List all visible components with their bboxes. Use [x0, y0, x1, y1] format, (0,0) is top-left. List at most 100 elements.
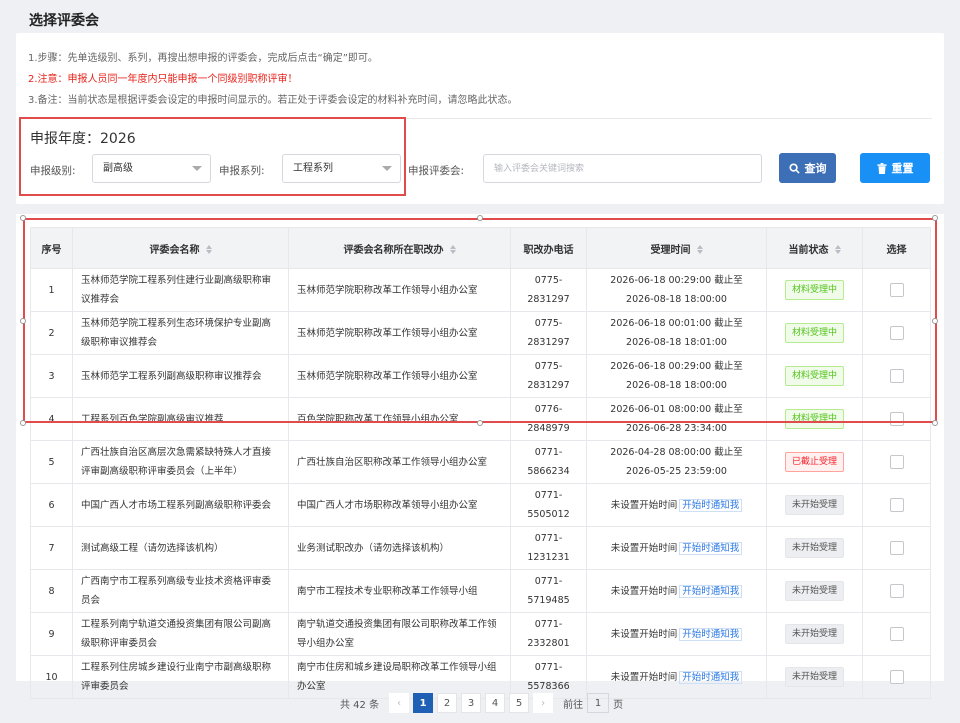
cell-select	[862, 612, 931, 656]
notify-me-link[interactable]: 开始时通知我	[679, 498, 743, 512]
reset-button[interactable]: 重置	[860, 153, 930, 183]
time-text: 2026-06-18 00:29:00 截止至 2026-08-18 18:00…	[610, 361, 743, 391]
resize-handle[interactable]	[932, 318, 938, 324]
cell-no: 3	[30, 354, 73, 398]
select-checkbox[interactable]	[889, 584, 904, 598]
status-badge: 已截止受理	[784, 452, 844, 472]
cell-phone: 0775-2831297	[510, 268, 587, 312]
cell-phone: 0775-2831297	[510, 354, 587, 398]
search-icon	[788, 162, 800, 174]
page-button[interactable]: 5	[509, 693, 530, 713]
cell-time: 2026-06-18 00:29:00 截止至 2026-08-18 18:00…	[586, 268, 767, 312]
time-text: 未设置开始时间	[610, 628, 678, 640]
reset-button-label: 重置	[891, 162, 914, 175]
select-checkbox[interactable]	[889, 670, 904, 684]
sort-icon[interactable]	[449, 245, 456, 254]
table-row[interactable]: 5 广西壮族自治区高层次急需紧缺特殊人才直接评审副高级职称评审委员会（上半年） 广西…	[30, 440, 931, 484]
series-select[interactable]: 工程系列	[282, 154, 401, 183]
col-header-phone: 职改办电话	[510, 227, 587, 269]
notify-me-link[interactable]: 开始时通知我	[679, 584, 743, 598]
page-title: 选择评委会	[29, 13, 99, 29]
cell-status: 材料受理中	[766, 268, 863, 312]
page-button[interactable]: 4	[485, 693, 506, 713]
cell-time: 未设置开始时间 开始时通知我	[586, 569, 767, 613]
resize-handle[interactable]	[20, 420, 26, 426]
cell-office: 南宁轨道交通投资集团有限公司职称改革工作领导小组办公室	[288, 612, 511, 656]
chevron-down-icon	[382, 166, 392, 171]
col-header-status[interactable]: 当前状态	[766, 227, 863, 269]
status-badge: 未开始受理	[784, 624, 844, 644]
cell-select	[862, 268, 931, 312]
status-badge: 材料受理中	[784, 280, 844, 300]
cell-status: 未开始受理	[766, 483, 863, 527]
table-header-row: 序号 评委会名称 评委会名称所在职改办 职改办电话 受理时间 当前状态 选择	[30, 227, 931, 269]
time-text: 2026-06-01 08:00:00 截止至 2026-06-28 23:34…	[610, 404, 743, 434]
cell-office: 百色学院职称改革工作领导小组办公室	[288, 397, 511, 441]
instruction-step1: 1.步骤：先单选级别、系列，再搜出想申报的评委会，完成后点击“确定”即可。	[28, 53, 378, 64]
cell-office: 玉林师范学院职称改革工作领导小组办公室	[288, 268, 511, 312]
select-checkbox[interactable]	[889, 455, 904, 469]
series-label: 申报系列:	[219, 165, 265, 177]
resize-handle[interactable]	[477, 420, 483, 426]
select-checkbox[interactable]	[889, 369, 904, 383]
status-badge: 未开始受理	[784, 581, 844, 601]
select-checkbox[interactable]	[889, 283, 904, 297]
cell-no: 6	[30, 483, 73, 527]
table-row[interactable]: 8 广西南宁市工程系列高级专业技术资格评审委员会 南宁市工程技术专业职称改革工作领导…	[30, 569, 931, 613]
notify-me-link[interactable]: 开始时通知我	[679, 541, 743, 555]
cell-office: 玉林师范学院职称改革工作领导小组办公室	[288, 354, 511, 398]
page-button[interactable]: 2	[437, 693, 458, 713]
cell-committee-name: 玉林师范学院工程系列生态环境保护专业副高级职称审议推荐会	[72, 311, 289, 355]
cell-office: 南宁市工程技术专业职称改革工作领导小组	[288, 569, 511, 613]
table-row[interactable]: 3 玉林师范学工程系列副高级职称审议推荐会 玉林师范学院职称改革工作领导小组办公室 0…	[30, 354, 931, 398]
notify-me-link[interactable]: 开始时通知我	[679, 627, 743, 641]
pagination-total: 共 42 条	[340, 699, 380, 711]
select-checkbox[interactable]	[889, 541, 904, 555]
cell-time: 未设置开始时间 开始时通知我	[586, 612, 767, 656]
col-header-time[interactable]: 受理时间	[586, 227, 767, 269]
divider	[28, 118, 932, 119]
level-select[interactable]: 副高级	[92, 154, 211, 183]
sort-icon[interactable]	[696, 245, 703, 254]
col-header-name[interactable]: 评委会名称	[72, 227, 289, 269]
table-row[interactable]: 6 中国广西人才市场工程系列副高级职称评委会 中国广西人才市场职称改革领导小组办公室…	[30, 483, 931, 527]
cell-committee-name: 广西壮族自治区高层次急需紧缺特殊人才直接评审副高级职称评审委员会（上半年）	[72, 440, 289, 484]
cell-committee-name: 工程系列南宁轨道交通投资集团有限公司副高级职称评审委员会	[72, 612, 289, 656]
status-badge: 材料受理中	[784, 323, 844, 343]
notify-me-link[interactable]: 开始时通知我	[679, 670, 743, 684]
table-row[interactable]: 1 玉林师范学院工程系列住建行业副高级职称审议推荐会 玉林师范学院职称改革工作领导小…	[30, 268, 931, 312]
resize-handle[interactable]	[20, 318, 26, 324]
cell-office: 广西壮族自治区职称改革工作领导小组办公室	[288, 440, 511, 484]
committee-table: 序号 评委会名称 评委会名称所在职改办 职改办电话 受理时间 当前状态 选择 1…	[30, 227, 931, 699]
trash-icon	[876, 162, 887, 174]
prev-page-button[interactable]: ‹	[389, 693, 410, 713]
cell-phone: 0775-2831297	[510, 311, 587, 355]
col-header-office[interactable]: 评委会名称所在职改办	[288, 227, 511, 269]
table-row[interactable]: 4 工程系列百色学院副高级审议推荐 百色学院职称改革工作领导小组办公室 0776-28…	[30, 397, 931, 441]
page-button[interactable]: 1	[413, 693, 434, 713]
resize-handle[interactable]	[932, 420, 938, 426]
resize-handle[interactable]	[932, 215, 938, 221]
cell-status: 材料受理中	[766, 311, 863, 355]
select-checkbox[interactable]	[889, 498, 904, 512]
query-button[interactable]: 查询	[779, 153, 836, 183]
cell-phone: 0771-5866234	[510, 440, 587, 484]
select-checkbox[interactable]	[889, 412, 904, 426]
declare-year: 申报年度：2026	[30, 131, 136, 147]
committee-search-input[interactable]	[483, 154, 762, 183]
resize-handle[interactable]	[477, 215, 483, 221]
page-button[interactable]: 3	[461, 693, 482, 713]
sort-icon[interactable]	[834, 245, 841, 254]
sort-icon[interactable]	[205, 245, 212, 254]
select-checkbox[interactable]	[889, 627, 904, 641]
table-row[interactable]: 7 测试高级工程（请勿选择该机构） 业务测试职改办（请勿选择该机构） 0771-123…	[30, 526, 931, 570]
page-suffix: 页	[613, 699, 624, 711]
cell-select	[862, 483, 931, 527]
goto-page-input[interactable]: 1	[587, 693, 610, 713]
resize-handle[interactable]	[20, 215, 26, 221]
cell-select	[862, 440, 931, 484]
table-row[interactable]: 9 工程系列南宁轨道交通投资集团有限公司副高级职称评审委员会 南宁轨道交通投资集团有…	[30, 612, 931, 656]
table-row[interactable]: 2 玉林师范学院工程系列生态环境保护专业副高级职称审议推荐会 玉林师范学院职称改革工…	[30, 311, 931, 355]
next-page-button[interactable]: ›	[533, 693, 554, 713]
select-checkbox[interactable]	[889, 326, 904, 340]
